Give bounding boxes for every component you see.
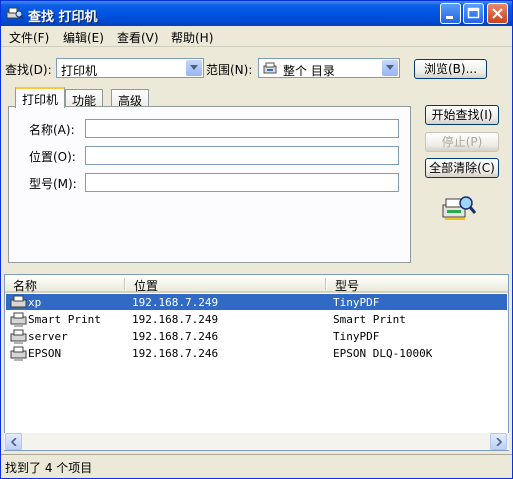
printer-icon [10,311,30,327]
tab-panel: 名称(A): 位置(O): 型号(M): [8,106,411,263]
printer-location: 192.168.7.246 [132,347,219,360]
find-type-value: 打印机 [61,64,98,78]
printer-name: EPSON [28,347,62,360]
minimize-button[interactable] [440,3,461,24]
horizontal-scrollbar[interactable] [4,433,509,450]
chevron-left-icon [11,438,17,446]
find-label: 查找(D): [5,63,52,77]
printer-location: 192.168.7.249 [132,296,219,309]
clear-all-button[interactable]: 全部清除(C) [425,158,499,178]
printer-model: TinyPDF [333,330,380,343]
printer-location: 192.168.7.249 [132,313,219,326]
menu-bar: 文件(F) 编辑(E) 查看(V) 帮助(H) [1,26,512,47]
menu-edit[interactable]: 编辑(E) [63,29,104,46]
browse-button[interactable]: 浏览(B)... [414,59,487,79]
menu-help[interactable]: 帮助(H) [171,29,213,46]
column-header-location[interactable]: 位置 [126,275,327,293]
column-header-name[interactable]: 名称 [5,275,126,293]
table-row[interactable]: xp 192.168.7.249 TinyPDF [6,294,507,310]
close-button[interactable] [487,3,508,24]
maximize-button[interactable] [463,3,484,24]
model-input[interactable] [85,173,399,192]
find-type-select[interactable]: 打印机 [56,58,204,78]
minimize-icon [446,16,453,19]
tab-advanced[interactable]: 高级 [111,89,150,108]
location-field-label: 位置(O): [29,150,76,164]
status-text: 找到了 4 个项目 [5,461,93,475]
printer-icon [10,345,30,361]
window-title: 查找 打印机 [28,10,98,25]
printer-model: Smart Print [333,313,406,326]
status-bar: 找到了 4 个项目 [1,454,512,478]
maximize-icon [467,7,480,19]
printer-name: Smart Print [28,313,101,326]
title-bar[interactable]: 查找 打印机 [1,1,512,26]
stop-button[interactable]: 停止(P) [425,132,499,152]
menu-view[interactable]: 查看(V) [117,29,159,46]
menu-file[interactable]: 文件(F) [9,29,49,46]
printer-location: 192.168.7.246 [132,330,219,343]
model-field-label: 型号(M): [29,177,77,191]
directory-icon [262,61,280,75]
tab-printer[interactable]: 打印机 [15,87,66,108]
scope-label: 范围(N): [206,63,253,77]
search-printer-icon [6,5,24,21]
chevron-right-icon [496,438,502,446]
search-printer-animation-icon [441,191,477,223]
find-printers-window: 查找 打印机 文件(F) 编辑(E) 查看(V) 帮助(H) 查找(D): 打印… [0,0,513,479]
chevron-down-icon[interactable] [382,60,398,76]
chevron-down-icon[interactable] [186,60,202,76]
scroll-left-button[interactable] [5,433,22,450]
location-input[interactable] [85,146,399,165]
close-icon [492,8,503,19]
printer-name: server [28,330,68,343]
name-field-label: 名称(A): [29,123,75,137]
table-row[interactable]: Smart Print 192.168.7.249 Smart Print [6,311,507,327]
printer-model: EPSON DLQ-1000K [333,347,433,360]
printer-icon [10,294,30,310]
scope-value: 整个 目录 [283,64,335,78]
scope-select[interactable]: 整个 目录 [258,58,400,78]
printer-model: TinyPDF [333,296,380,309]
table-row[interactable]: EPSON 192.168.7.246 EPSON DLQ-1000K [6,345,507,361]
printer-icon [10,328,30,344]
name-input[interactable] [85,119,399,138]
scroll-right-button[interactable] [490,433,507,450]
printer-name: xp [28,296,42,309]
find-now-button[interactable]: 开始查找(I) [425,105,499,125]
table-row[interactable]: server 192.168.7.246 TinyPDF [6,328,507,344]
tab-features[interactable]: 功能 [65,89,104,108]
column-header-model[interactable]: 型号 [327,275,508,293]
results-list[interactable]: 名称 位置 型号 xp 192.168.7.249 TinyPDF Smart … [4,274,509,451]
